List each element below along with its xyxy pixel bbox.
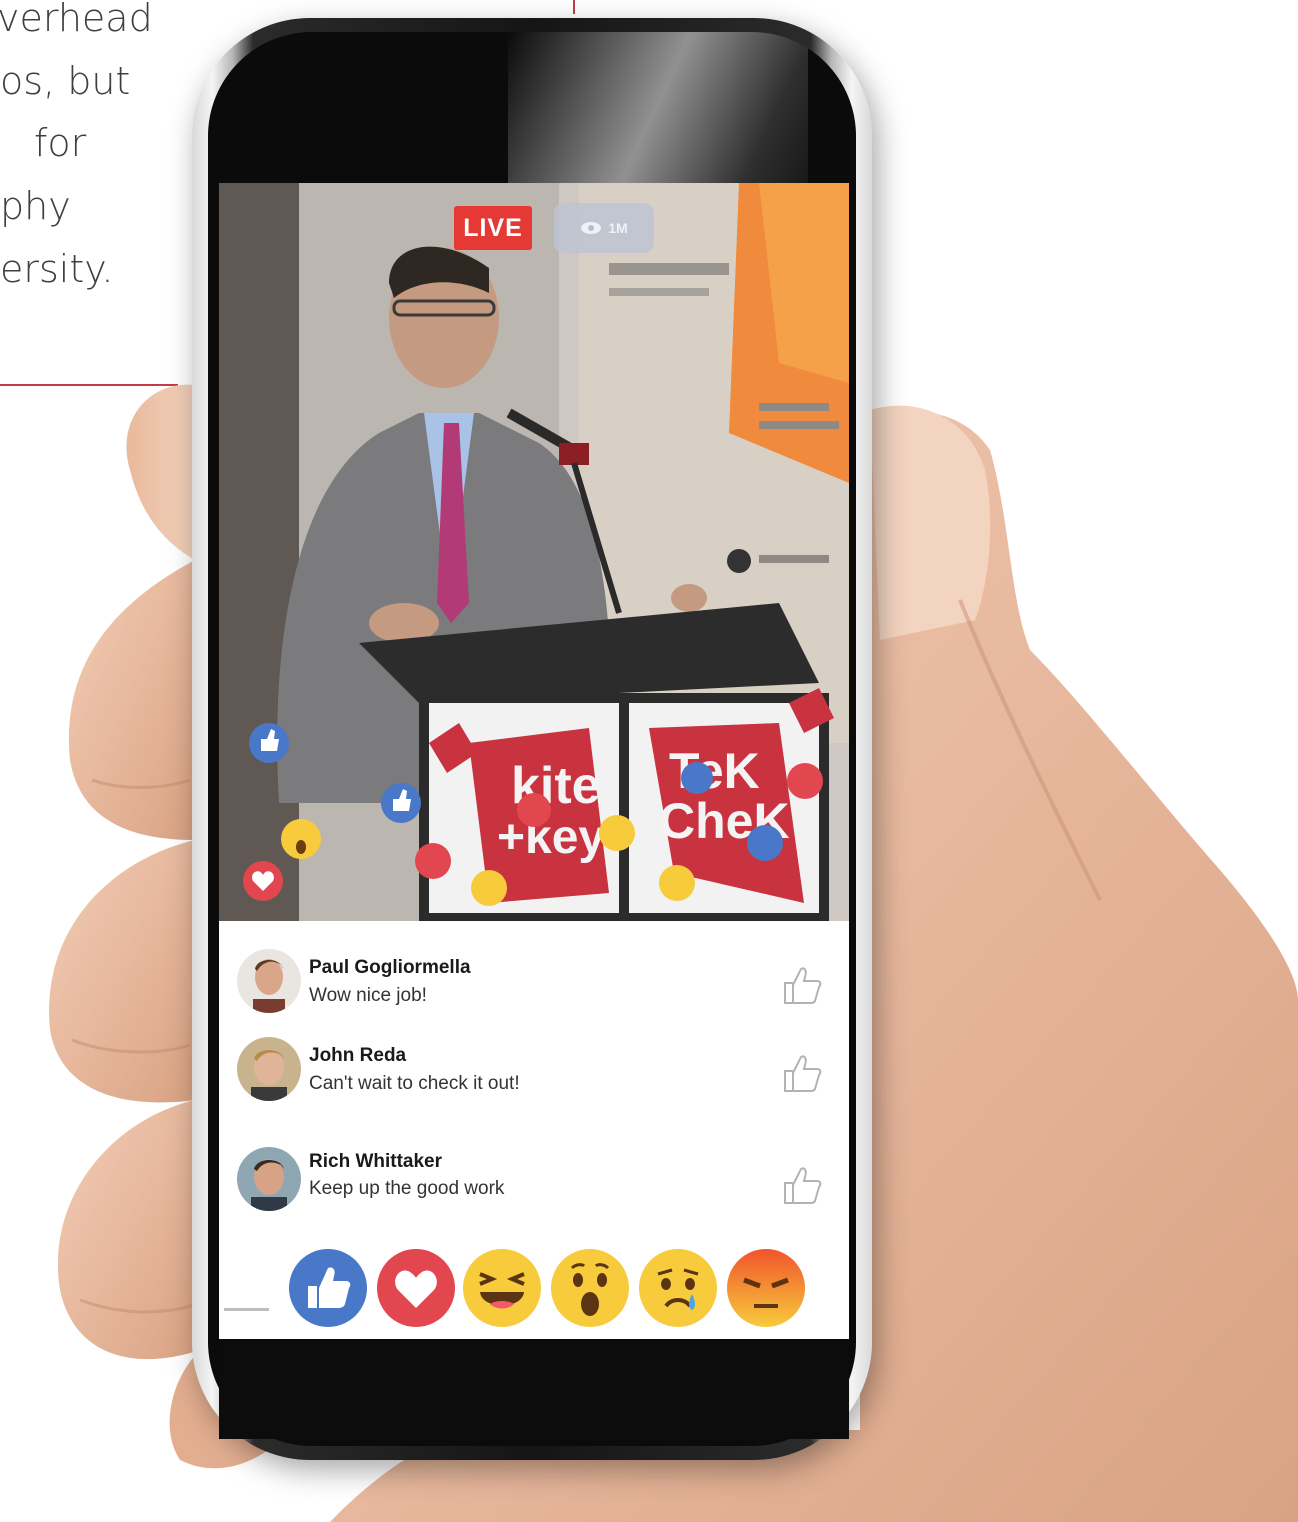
divider	[224, 1308, 269, 1311]
reactions-bar	[288, 1248, 808, 1332]
thumbs-up-outline-icon[interactable]	[779, 1163, 823, 1207]
viewer-count: 1M	[608, 220, 628, 236]
comment-author[interactable]: Rich Whittaker	[309, 1151, 442, 1173]
floating-like-icon	[249, 723, 289, 763]
floating-reactions	[243, 723, 823, 906]
floating-wow-icon	[659, 865, 695, 901]
avatar	[237, 949, 301, 1013]
eye-icon	[581, 222, 602, 234]
avatar	[237, 1147, 301, 1211]
wow-icon[interactable]	[550, 1248, 630, 1328]
phone-bottom-bezel	[219, 1339, 849, 1439]
sad-icon[interactable]	[638, 1248, 718, 1328]
like-icon[interactable]	[288, 1248, 368, 1328]
floating-love-icon	[517, 793, 551, 827]
avatar	[237, 1037, 301, 1101]
floating-love-icon	[787, 763, 823, 799]
floating-haha-icon	[599, 815, 635, 851]
live-video-feed[interactable]: kite +key TeK CheK	[219, 183, 849, 921]
floating-wow-icon	[281, 819, 321, 859]
comment-text: Keep up the good work	[309, 1178, 505, 1199]
comment-author[interactable]: Paul Gogliormella	[309, 957, 471, 979]
floating-love-icon	[243, 861, 283, 901]
comment-text: Wow nice job!	[309, 985, 427, 1006]
floating-like-icon	[381, 783, 421, 823]
live-badge: LIVE	[454, 206, 532, 250]
comment-item: Rich Whittaker Keep up the good work	[219, 1147, 849, 1227]
comment-text: Can't wait to check it out!	[309, 1073, 520, 1094]
thumbs-up-outline-icon[interactable]	[779, 963, 823, 1007]
floating-haha-icon	[471, 870, 507, 906]
floating-like-icon	[681, 762, 713, 794]
angry-icon[interactable]	[726, 1248, 806, 1328]
haha-icon[interactable]	[462, 1248, 542, 1328]
viewer-count-badge: 1M	[554, 203, 654, 253]
comment-item: John Reda Can't wait to check it out!	[219, 1037, 849, 1117]
floating-love-icon	[415, 843, 451, 879]
floating-like-icon	[747, 825, 783, 861]
comment-author[interactable]: John Reda	[309, 1045, 406, 1067]
thumbs-up-outline-icon[interactable]	[779, 1051, 823, 1095]
comment-item: Paul Gogliormella Wow nice job!	[219, 949, 849, 1029]
love-icon[interactable]	[376, 1248, 456, 1328]
